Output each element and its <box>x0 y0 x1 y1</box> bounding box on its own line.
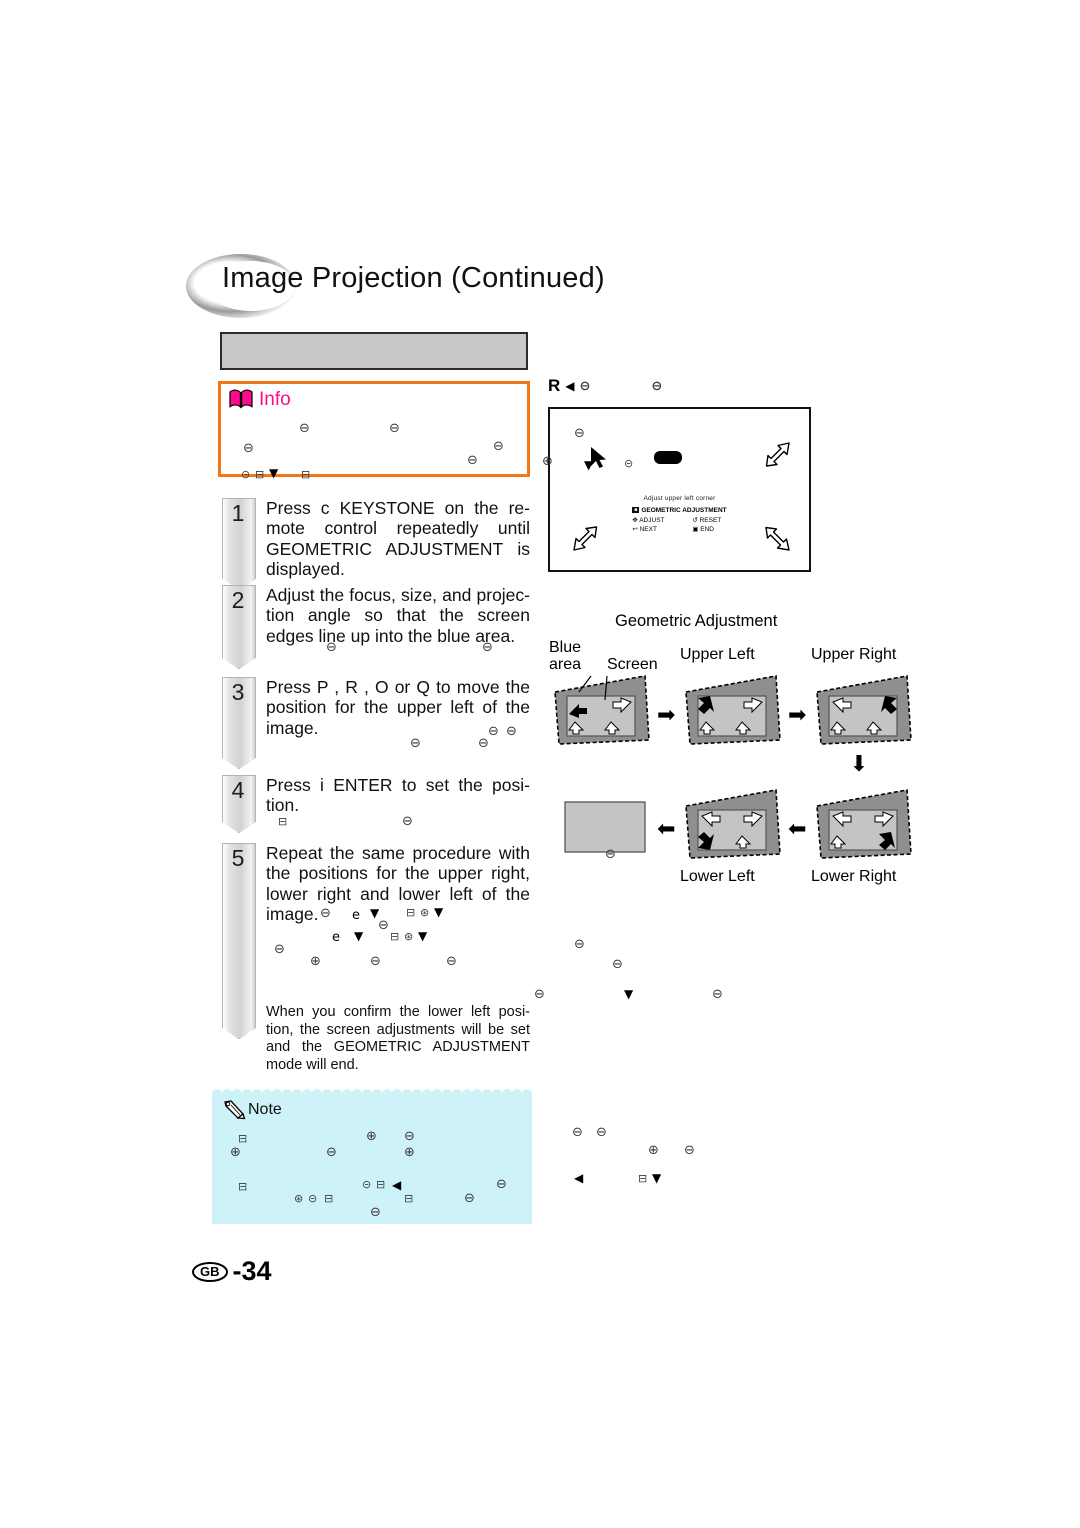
glyph-artifact: ⊖ <box>612 957 623 972</box>
glyph-artifact: ⊖ <box>574 937 585 952</box>
glyph-artifact: ⊖ <box>712 987 723 1002</box>
stray-glyph-layer: ⊖ ⊖ ⊖ ▼ ⊖ ⊖ ⊖ ⊕ ⊖ ◀ ⊟ ▼ <box>0 0 1080 1528</box>
glyph-artifact: ▼ <box>624 987 634 1001</box>
glyph-artifact: ⊕ <box>648 1143 659 1158</box>
glyph-artifact: ⊖ <box>684 1143 695 1158</box>
glyph-artifact: ◀ <box>574 1171 584 1185</box>
glyph-artifact: ▼ <box>652 1171 662 1185</box>
glyph-artifact: ⊖ <box>596 1125 607 1140</box>
glyph-artifact: ⊖ <box>572 1125 583 1140</box>
manual-page: Image Projection (Continued) Info ⊖ ⊖ ⊖ ⊖ ⊖ ⊝… <box>0 0 1080 1528</box>
glyph-artifact: ⊖ <box>534 987 545 1002</box>
glyph-artifact: ⊟ <box>638 1172 648 1185</box>
